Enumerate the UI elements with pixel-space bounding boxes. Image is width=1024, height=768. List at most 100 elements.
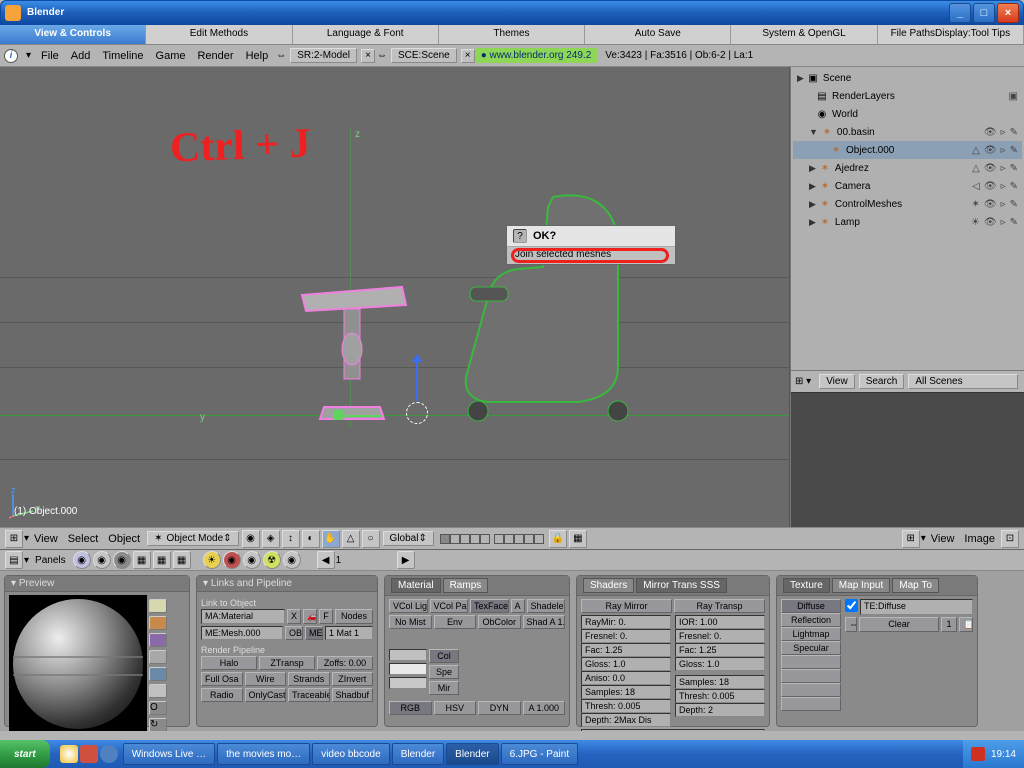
hsv-button[interactable]: HSV <box>434 701 477 715</box>
tree-ajedrez[interactable]: ▶✶ Ajedrez △👁▹✎ <box>793 159 1022 177</box>
shadbuf-button[interactable]: Shadbuf <box>332 688 374 702</box>
view-menu[interactable]: View <box>34 533 58 545</box>
tree-basin[interactable]: ▼✶ 00.basin 👁▹✎ <box>793 123 1022 141</box>
vcollight-button[interactable]: VCol Light <box>389 599 428 613</box>
raytransp-button[interactable]: Ray Transp <box>674 599 765 613</box>
subctx-world-icon[interactable]: ◉ <box>283 551 301 569</box>
samples1-field[interactable]: Samples: 18 <box>581 685 671 699</box>
outliner-tree[interactable]: ▶▣ Scene ▤ RenderLayers ▣ ◉ World ▼✶ 00.… <box>791 67 1024 370</box>
raymir-field[interactable]: RayMir: 0. <box>581 615 671 629</box>
vcolpaint-button[interactable]: VCol Paint <box>430 599 469 613</box>
minimize-button[interactable]: _ <box>949 3 971 23</box>
tex-toggle[interactable] <box>845 599 858 615</box>
screen-selector[interactable]: SR:2-Model <box>290 48 357 63</box>
tex-users[interactable]: 1 <box>941 617 957 632</box>
maximize-button[interactable]: □ <box>973 3 995 23</box>
fullosa-button[interactable]: Full Osa <box>201 672 243 686</box>
tree-camera[interactable]: ▶✶ Camera ◁👁▹✎ <box>793 177 1022 195</box>
ma-auto-button[interactable]: 🚗 <box>303 609 317 624</box>
ztransp-button[interactable]: ZTransp <box>259 656 315 670</box>
close-button[interactable]: × <box>997 3 1019 23</box>
gloss1-field[interactable]: Gloss: 1.0 <box>581 657 671 671</box>
ctx-scene-icon[interactable]: ▦ <box>173 551 191 569</box>
shaders-tab[interactable]: Shaders <box>583 578 634 593</box>
outliner-scope[interactable]: All Scenes <box>908 374 1018 389</box>
tex-name-field[interactable]: TE:Diffuse <box>860 599 973 615</box>
object-menu[interactable]: Object <box>108 533 140 545</box>
widget-rotate-icon[interactable]: ◐ <box>302 530 320 548</box>
alpha-field[interactable]: A 1.000 <box>523 701 566 715</box>
screen-delete-button[interactable]: × <box>361 49 375 63</box>
gizmo-origin[interactable] <box>333 410 343 420</box>
mapinput-tab[interactable]: Map Input <box>832 578 890 593</box>
mir-swatch[interactable] <box>389 677 427 689</box>
render-preview-icon[interactable]: ▦ <box>569 530 587 548</box>
subctx-material-icon[interactable]: ◉ <box>223 551 241 569</box>
fresnel1-field[interactable]: Fresnel: 0. <box>581 629 671 643</box>
subctx-lamp-icon[interactable]: ☀ <box>203 551 221 569</box>
tab-themes[interactable]: Themes <box>439 25 585 44</box>
quicklaunch-ie-icon[interactable] <box>60 745 78 763</box>
wire-button[interactable]: Wire <box>245 672 287 686</box>
col-swatch[interactable] <box>389 649 427 661</box>
tree-lamp[interactable]: ▶✶ Lamp ☀👁▹✎ <box>793 213 1022 231</box>
z-gizmo[interactable] <box>416 355 418 401</box>
material-tab[interactable]: Material <box>391 578 441 593</box>
mir-tab[interactable]: Mir <box>429 681 459 695</box>
spe-swatch[interactable] <box>389 663 427 675</box>
tex-stepper[interactable]: ⇔ <box>845 617 857 632</box>
depth1-field[interactable]: Depth: 2Max Dis <box>581 713 671 727</box>
fac1-field[interactable]: Fac: 1.25 <box>581 643 671 657</box>
file-menu[interactable]: File <box>41 50 59 62</box>
help-menu[interactable]: Help <box>246 50 269 62</box>
ctx-script-icon[interactable]: ◉ <box>93 551 111 569</box>
texface-a-button[interactable]: A <box>511 599 525 613</box>
tree-scene-root[interactable]: ▶▣ Scene <box>793 69 1022 87</box>
scene-selector[interactable]: SCE:Scene <box>391 48 457 63</box>
ob-button[interactable]: OB <box>285 626 303 640</box>
tab-file-paths[interactable]: File PathsDisplay:Tool Tips <box>878 25 1024 44</box>
gloss2-field[interactable]: Gloss: 1.0 <box>675 657 765 671</box>
tree-renderlayers[interactable]: ▤ RenderLayers ▣ <box>793 87 1022 105</box>
tab-edit-methods[interactable]: Edit Methods <box>146 25 292 44</box>
halo-button[interactable]: Halo <box>201 656 257 670</box>
task-blender2[interactable]: Blender <box>446 743 498 765</box>
zinvert-button[interactable]: ZInvert <box>332 672 374 686</box>
timeline-menu[interactable]: Timeline <box>102 50 143 62</box>
ctx-edit-icon[interactable]: ▦ <box>153 551 171 569</box>
mirror-bottom-field[interactable]: Filter: 0.000Limit: 0.0Falloff: 1.0SpecT… <box>581 729 765 731</box>
task-windows-live[interactable]: Windows Live … <box>123 743 215 765</box>
frame-field[interactable]: 1 <box>336 555 396 566</box>
lock-icon[interactable]: 🔒 <box>549 530 567 548</box>
subctx-texture-icon[interactable]: ◉ <box>243 551 261 569</box>
mat-index-field[interactable]: 1 Mat 1 <box>325 626 373 640</box>
info-icon[interactable]: i <box>4 49 18 63</box>
tex-copy-icon[interactable]: 📋 <box>959 617 973 632</box>
task-paint[interactable]: 6.JPG - Paint <box>501 743 578 765</box>
ma-x-button[interactable]: X <box>287 609 301 624</box>
system-tray[interactable]: 19:14 <box>963 740 1024 768</box>
aniso-field[interactable]: Aniso: 0.0 <box>581 671 671 685</box>
ma-f-button[interactable]: F <box>319 609 333 624</box>
ctx-object-icon[interactable]: ▦ <box>133 551 151 569</box>
texface-button[interactable]: TexFace <box>470 599 509 613</box>
strands-button[interactable]: Strands <box>288 672 330 686</box>
nomist-button[interactable]: No Mist <box>389 615 432 629</box>
thresh2-field[interactable]: Thresh: 0.005 <box>675 689 765 703</box>
mirror-trans-tab[interactable]: Mirror Trans SSS <box>636 578 727 593</box>
add-menu[interactable]: Add <box>71 50 91 62</box>
tab-language-font[interactable]: Language & Font <box>293 25 439 44</box>
me-button[interactable]: ME <box>305 626 323 640</box>
tex-slot-lightmap[interactable]: Lightmap <box>781 627 841 641</box>
editor-type-icon[interactable]: ⊞ <box>5 530 23 548</box>
samples2-field[interactable]: Samples: 18 <box>675 675 765 689</box>
ramps-tab[interactable]: Ramps <box>443 578 489 593</box>
fac2-field[interactable]: Fac: 1.25 <box>675 643 765 657</box>
texture-tab[interactable]: Texture <box>783 578 830 593</box>
layer-buttons[interactable] <box>440 534 544 544</box>
col-tab[interactable]: Col <box>429 649 459 663</box>
spe-tab[interactable]: Spe <box>429 665 459 679</box>
join-selected-meshes-button[interactable]: Join selected meshes <box>507 247 675 264</box>
shadeless-button[interactable]: Shadeless <box>527 599 566 613</box>
shad-a-field[interactable]: Shad A 1.00 <box>523 615 566 629</box>
